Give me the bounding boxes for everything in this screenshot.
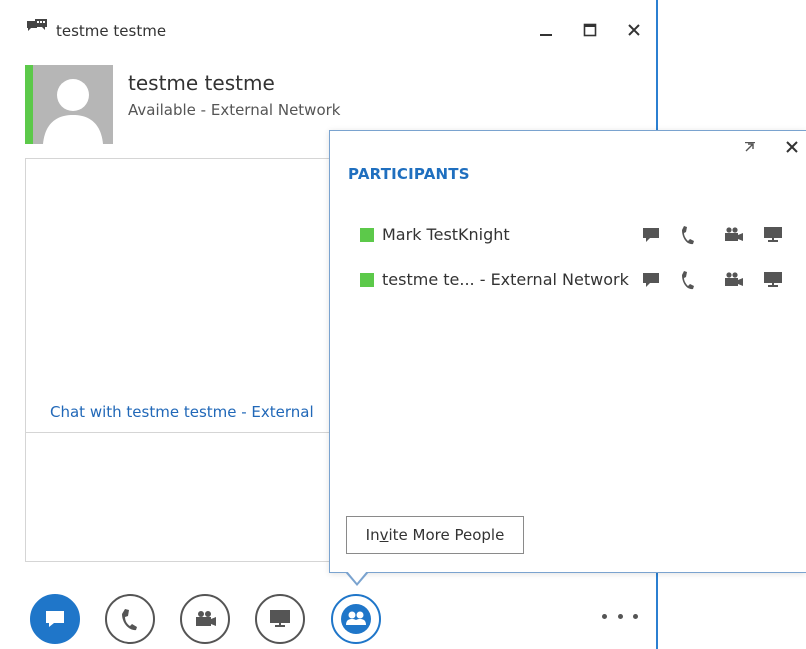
minimize-button[interactable]: [532, 16, 560, 44]
participants-icon: [341, 604, 371, 634]
call-button[interactable]: [105, 594, 155, 644]
panel-pointer-fill: [347, 571, 367, 583]
video-icon: [196, 611, 216, 626]
popout-icon: [745, 142, 755, 152]
maximize-icon: [583, 23, 597, 37]
participant-name: testme te... - External Network: [382, 270, 629, 289]
participant-video-button[interactable]: [722, 225, 744, 245]
video-icon: [725, 227, 743, 241]
im-icon: [46, 611, 64, 627]
close-button[interactable]: [620, 16, 648, 44]
more-options-icon: [602, 613, 607, 619]
minimize-icon: [540, 34, 552, 36]
participants-button[interactable]: [331, 594, 381, 644]
close-icon: [628, 24, 640, 36]
im-button[interactable]: [30, 594, 80, 644]
panel-close-button[interactable]: [782, 137, 802, 157]
participant-share-button[interactable]: [762, 270, 784, 290]
screen-share-icon: [270, 610, 290, 627]
invite-more-people-button[interactable]: In v ite More People: [346, 516, 524, 554]
window-title: testme testme: [56, 22, 167, 40]
presence-bar: [25, 65, 33, 144]
video-button[interactable]: [180, 594, 230, 644]
presence-indicator: [360, 228, 374, 242]
more-options-button[interactable]: [602, 608, 638, 624]
conversation-toolbar: [0, 580, 656, 649]
close-icon: [786, 141, 798, 153]
participant-call-button[interactable]: [678, 225, 700, 245]
avatar[interactable]: [33, 65, 113, 144]
contact-status: Available - External Network: [128, 101, 341, 119]
popout-button[interactable]: [742, 139, 758, 155]
im-icon: [643, 228, 659, 242]
call-icon: [682, 226, 694, 245]
call-icon: [682, 271, 694, 290]
participant-call-button[interactable]: [678, 270, 700, 290]
participant-video-button[interactable]: [722, 270, 744, 290]
participant-row[interactable]: Mark TestKnight: [358, 223, 798, 249]
participants-panel: PARTICIPANTS Mark TestKnight testme te..…: [329, 130, 806, 573]
participant-share-button[interactable]: [762, 225, 784, 245]
call-icon: [122, 609, 137, 631]
video-icon: [725, 272, 743, 286]
contact-name[interactable]: testme testme: [128, 71, 275, 95]
conversation-app-icon: [26, 18, 48, 38]
default-avatar-icon: [33, 65, 113, 144]
participant-im-button[interactable]: [640, 270, 662, 290]
participant-row[interactable]: testme te... - External Network: [358, 268, 798, 294]
maximize-button[interactable]: [576, 16, 604, 44]
screen-share-button[interactable]: [255, 594, 305, 644]
participant-name: Mark TestKnight: [382, 225, 510, 244]
screen-share-icon: [764, 227, 782, 242]
screen-share-icon: [764, 272, 782, 287]
im-icon: [643, 273, 659, 287]
panel-title: PARTICIPANTS: [348, 165, 470, 183]
title-bar: testme testme: [0, 0, 656, 62]
presence-indicator: [360, 273, 374, 287]
participant-im-button[interactable]: [640, 225, 662, 245]
chat-info-link[interactable]: Chat with testme testme - External: [50, 403, 314, 421]
